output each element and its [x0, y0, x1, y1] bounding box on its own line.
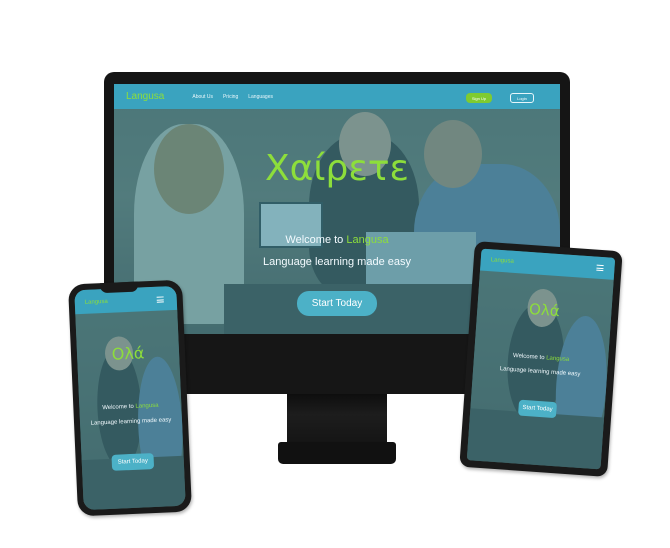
phone-notch [99, 281, 139, 294]
hamburger-icon[interactable] [156, 296, 164, 303]
site-logo[interactable]: Langusa [126, 91, 164, 102]
welcome-prefix: Welcome to [285, 234, 347, 246]
phone-screen: Langusa Ολά Welcome to Langusa Language … [74, 285, 186, 511]
phone-start-today-button[interactable]: Start Today [111, 453, 155, 471]
phone-logo[interactable]: Langusa [85, 299, 108, 306]
nav-link-languages[interactable]: Languages [248, 94, 273, 100]
hero-greeting: Χαίρετε [264, 148, 410, 189]
nav-link-pricing[interactable]: Pricing [223, 94, 238, 100]
sign-up-button[interactable]: Sign Up [466, 93, 492, 103]
tablet-screen: Langusa Ολά Welcome to Langusa Language … [466, 248, 616, 470]
phone-hero-photo [74, 285, 186, 511]
welcome-brand: Langusa [346, 234, 389, 246]
hamburger-icon[interactable] [596, 264, 604, 272]
phone-device: Langusa Ολά Welcome to Langusa Language … [67, 279, 193, 517]
nav-link-about-us[interactable]: About Us [192, 94, 213, 100]
desktop-navbar: Langusa About Us Pricing Languages Sign … [114, 84, 560, 109]
hero-tagline: Language learning made easy [262, 256, 411, 268]
start-today-button[interactable]: Start Today [297, 291, 377, 316]
tablet-start-today-button[interactable]: Start Today [518, 399, 558, 419]
tablet-device: Langusa Ολά Welcome to Langusa Language … [459, 241, 623, 477]
hero-welcome: Welcome to Langusa [114, 234, 560, 246]
desktop-stand-neck [287, 394, 387, 446]
desktop-stand-base [278, 442, 396, 464]
desktop-nav-links: About Us Pricing Languages [182, 94, 273, 100]
phone-welcome-brand: Langusa [135, 402, 159, 410]
login-button[interactable]: Login [510, 93, 534, 103]
